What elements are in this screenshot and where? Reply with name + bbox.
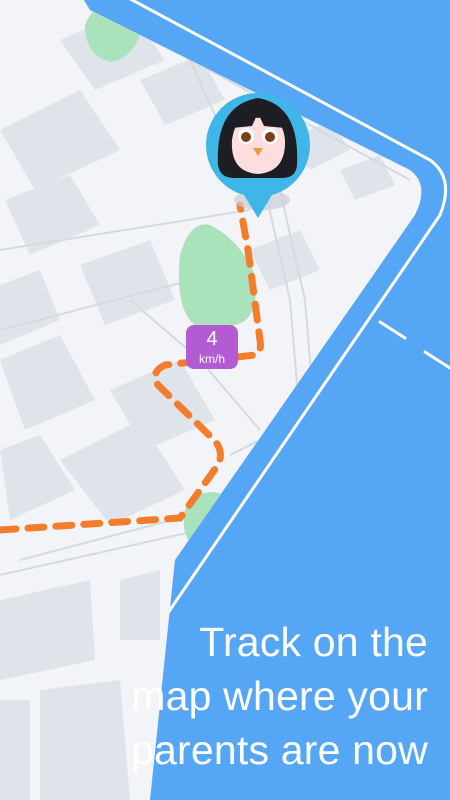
caption-line-1: Track on the — [199, 619, 428, 665]
speed-value: 4 — [206, 328, 217, 350]
decorative-dashes — [378, 320, 450, 370]
speed-badge: 4 km/h — [186, 325, 238, 369]
caption-line-2: map where your — [131, 673, 428, 719]
speed-unit: km/h — [199, 352, 225, 366]
promo-screen: 4 km/h Track on the map where your paren… — [0, 0, 450, 800]
caption-line-3: parents are now — [130, 727, 428, 773]
promo-caption: Track on the map where your parents are … — [8, 615, 428, 777]
